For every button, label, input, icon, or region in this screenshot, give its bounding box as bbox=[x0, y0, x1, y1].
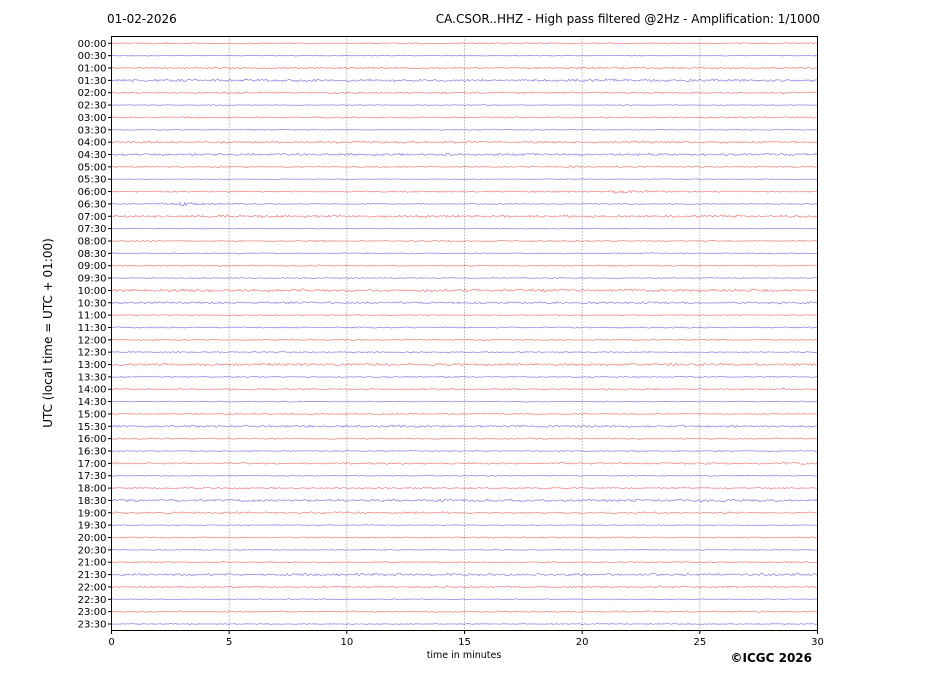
y-tick-label: 18:30 bbox=[78, 496, 107, 507]
y-tick-label: 05:00 bbox=[78, 162, 107, 173]
trace-row-22:30 bbox=[111, 598, 818, 601]
y-tick-label: 20:30 bbox=[78, 545, 107, 556]
trace-row-05:30 bbox=[111, 178, 818, 181]
y-tick-label: 18:00 bbox=[78, 484, 107, 495]
y-tick-label: 07:00 bbox=[78, 212, 107, 223]
y-tick-label: 12:00 bbox=[78, 335, 107, 346]
x-tick-label: 25 bbox=[693, 637, 706, 648]
y-tick-label: 10:30 bbox=[78, 298, 107, 309]
y-tick-label: 14:30 bbox=[78, 397, 107, 408]
trace-row-02:00 bbox=[111, 91, 818, 95]
x-tick-label: 30 bbox=[811, 637, 824, 648]
y-tick-label: 04:00 bbox=[78, 138, 107, 149]
y-tick-label: 17:30 bbox=[78, 471, 107, 482]
y-tick-label: 10:00 bbox=[78, 286, 107, 297]
y-tick-label: 12:30 bbox=[78, 348, 107, 359]
y-tick-label: 00:00 bbox=[78, 39, 107, 50]
plot-title: CA.CSOR..HHZ - High pass filtered @2Hz -… bbox=[436, 12, 820, 26]
y-tick-label: 05:30 bbox=[78, 175, 107, 186]
trace-row-23:30 bbox=[111, 623, 818, 625]
trace-row-04:00 bbox=[111, 140, 818, 144]
y-tick-label: 06:00 bbox=[78, 187, 107, 198]
y-tick-label: 13:30 bbox=[78, 372, 107, 383]
y-tick-label: 21:30 bbox=[78, 570, 107, 581]
trace-row-16:30 bbox=[111, 449, 818, 453]
y-tick-label: 07:30 bbox=[78, 224, 107, 235]
y-tick-label: 01:00 bbox=[78, 64, 107, 75]
y-tick-label: 11:30 bbox=[78, 323, 107, 334]
y-tick-label: 08:30 bbox=[78, 249, 107, 260]
helicorder-plot: 01-02-2026 CA.CSOR..HHZ - High pass filt… bbox=[41, 12, 824, 665]
y-axis-label: UTC (local time = UTC + 01:00) bbox=[41, 238, 55, 428]
y-tick-label: 02:00 bbox=[78, 88, 107, 99]
y-tick-label: 22:00 bbox=[78, 582, 107, 593]
trace-row-02:30 bbox=[111, 104, 818, 106]
y-tick-label: 00:30 bbox=[78, 51, 107, 62]
y-tick-label: 11:00 bbox=[78, 311, 107, 322]
trace-row-19:30 bbox=[111, 524, 818, 527]
y-tick-label: 23:00 bbox=[78, 607, 107, 618]
trace-row-03:30 bbox=[111, 128, 818, 131]
x-tick-label: 0 bbox=[108, 637, 114, 648]
y-tick-label: 22:30 bbox=[78, 595, 107, 606]
y-tick-label: 09:00 bbox=[78, 261, 107, 272]
trace-row-21:30 bbox=[111, 572, 818, 577]
y-tick-label: 14:00 bbox=[78, 385, 107, 396]
grid-layer bbox=[228, 36, 701, 631]
y-tick-label: 21:00 bbox=[78, 558, 107, 569]
y-tick-label: 19:30 bbox=[78, 521, 107, 532]
trace-row-18:00 bbox=[111, 486, 818, 490]
trace-row-15:00 bbox=[111, 412, 818, 416]
date-label: 01-02-2026 bbox=[107, 12, 177, 26]
trace-row-09:00 bbox=[111, 264, 818, 267]
y-tick-label: 08:00 bbox=[78, 236, 107, 247]
y-tick-label: 19:00 bbox=[78, 508, 107, 519]
y-tick-label: 15:00 bbox=[78, 409, 107, 420]
x-tick-label: 20 bbox=[576, 637, 589, 648]
y-tick-label: 06:30 bbox=[78, 199, 107, 210]
x-tick-label: 15 bbox=[458, 637, 471, 648]
y-tick-label: 17:00 bbox=[78, 459, 107, 470]
trace-row-00:00 bbox=[111, 42, 818, 45]
x-axis-label: time in minutes bbox=[427, 650, 502, 661]
y-tick-label: 02:30 bbox=[78, 101, 107, 112]
trace-row-14:30 bbox=[111, 400, 818, 403]
trace-row-09:30 bbox=[111, 277, 818, 280]
y-tick-label: 13:00 bbox=[78, 360, 107, 371]
copyright-label: ©ICGC 2026 bbox=[730, 651, 812, 665]
trace-row-04:30 bbox=[111, 152, 818, 157]
trace-row-14:00 bbox=[111, 387, 818, 391]
y-tick-label: 23:30 bbox=[78, 619, 107, 630]
helicorder-figure: 01-02-2026 CA.CSOR..HHZ - High pass filt… bbox=[0, 0, 927, 696]
y-tick-label: 03:30 bbox=[78, 125, 107, 136]
trace-row-23:00 bbox=[111, 610, 818, 613]
y-tick-label: 20:00 bbox=[78, 533, 107, 544]
y-tick-label: 04:30 bbox=[78, 150, 107, 161]
trace-row-17:30 bbox=[111, 474, 818, 477]
trace-row-12:00 bbox=[111, 338, 818, 342]
y-tick-label: 15:30 bbox=[78, 422, 107, 433]
y-tick-label: 16:30 bbox=[78, 447, 107, 458]
trace-row-11:00 bbox=[111, 314, 818, 317]
x-tick-label: 10 bbox=[340, 637, 353, 648]
y-tick-label: 01:30 bbox=[78, 76, 107, 87]
y-tick-label: 03:00 bbox=[78, 113, 107, 124]
trace-row-20:30 bbox=[111, 548, 818, 551]
y-tick-label: 09:30 bbox=[78, 274, 107, 285]
y-tick-label: 16:00 bbox=[78, 434, 107, 445]
trace-row-13:00 bbox=[111, 362, 818, 367]
x-tick-label: 5 bbox=[226, 637, 232, 648]
